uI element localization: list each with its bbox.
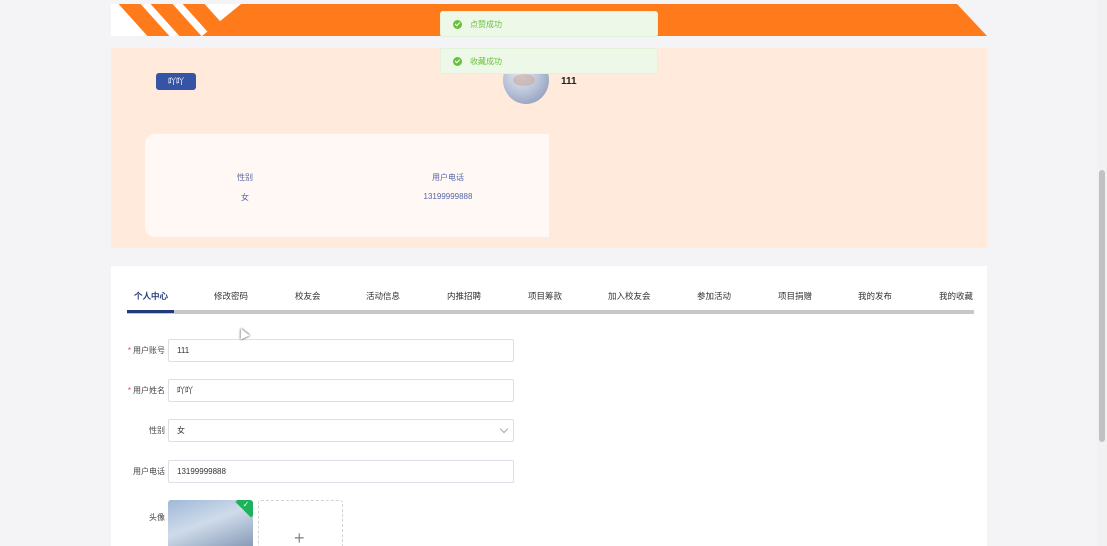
check-icon: ✓ <box>242 500 250 510</box>
toast-collect-text: 收藏成功 <box>470 56 502 66</box>
active-tab-indicator <box>127 310 174 313</box>
gender-label: 性别 <box>149 426 165 435</box>
name-label: * 用户姓名 <box>127 386 165 395</box>
profile-panel: 吖吖 111 性别 女 用户电话 13199999888 <box>111 48 987 248</box>
phone-info-label: 用户电话 <box>432 173 464 182</box>
account-name: 111 <box>561 76 577 87</box>
phone-info: 用户电话 13199999888 <box>378 172 518 201</box>
tab-project-fundraising[interactable]: 项目筹款 <box>528 290 562 302</box>
user-center-panel: 个人中心 修改密码 校友会 活动信息 内推招聘 项目筹款 加入校友会 参加活动 … <box>111 266 987 546</box>
scrollbar-thumb[interactable] <box>1099 170 1105 442</box>
name-input[interactable]: 吖吖 <box>168 379 514 402</box>
gender-select[interactable]: 女 <box>168 419 514 442</box>
account-input[interactable]: 111 <box>168 339 514 362</box>
tab-activity-info[interactable]: 活动信息 <box>366 290 400 302</box>
tab-join-alumni[interactable]: 加入校友会 <box>608 290 651 302</box>
upload-add-button[interactable]: + <box>258 500 343 546</box>
phone-row: 用户电话 13199999888 <box>111 460 531 483</box>
plus-icon: + <box>294 528 305 546</box>
toast-like-text: 点赞成功 <box>470 19 502 29</box>
success-icon <box>453 19 462 29</box>
banner-corner <box>957 4 987 36</box>
page-scrollbar[interactable] <box>1097 0 1107 546</box>
toast-like-success: 点赞成功 <box>440 11 658 37</box>
tab-referral-jobs[interactable]: 内推招聘 <box>447 290 481 302</box>
tab-join-activity[interactable]: 参加活动 <box>697 290 731 302</box>
info-card: 性别 女 用户电话 13199999888 <box>145 134 549 237</box>
user-name-tag[interactable]: 吖吖 <box>156 73 196 90</box>
phone-input[interactable]: 13199999888 <box>168 460 514 483</box>
gender-row: 性别 女 <box>111 419 531 442</box>
account-row: * 用户账号 111 <box>111 339 531 362</box>
gender-select-value: 女 <box>177 426 185 435</box>
tab-my-favorites[interactable]: 我的收藏 <box>939 290 973 302</box>
tab-personal-center[interactable]: 个人中心 <box>134 290 168 302</box>
uploaded-avatar-thumbnail[interactable]: ✓ <box>168 500 253 546</box>
tab-project-donation[interactable]: 项目捐赠 <box>778 290 812 302</box>
tab-underline <box>127 310 974 314</box>
tab-alumni-association[interactable]: 校友会 <box>295 290 321 302</box>
avatar-label: 头像 <box>149 513 165 522</box>
success-icon <box>453 56 462 66</box>
name-row: * 用户姓名 吖吖 <box>111 379 531 402</box>
gender-info-label: 性别 <box>237 173 253 182</box>
phone-label: 用户电话 <box>133 467 165 476</box>
chevron-down-icon <box>499 424 509 434</box>
gender-info: 性别 女 <box>175 172 315 203</box>
account-label: * 用户账号 <box>127 346 165 355</box>
tab-my-posts[interactable]: 我的发布 <box>858 290 892 302</box>
tab-change-password[interactable]: 修改密码 <box>214 290 248 302</box>
upload-success-badge: ✓ <box>235 500 253 518</box>
gender-info-value: 女 <box>241 193 249 202</box>
phone-info-value: 13199999888 <box>423 192 473 201</box>
tab-bar: 个人中心 修改密码 校友会 活动信息 内推招聘 项目筹款 加入校友会 参加活动 … <box>111 286 987 312</box>
toast-collect-success: 收藏成功 <box>440 48 658 74</box>
